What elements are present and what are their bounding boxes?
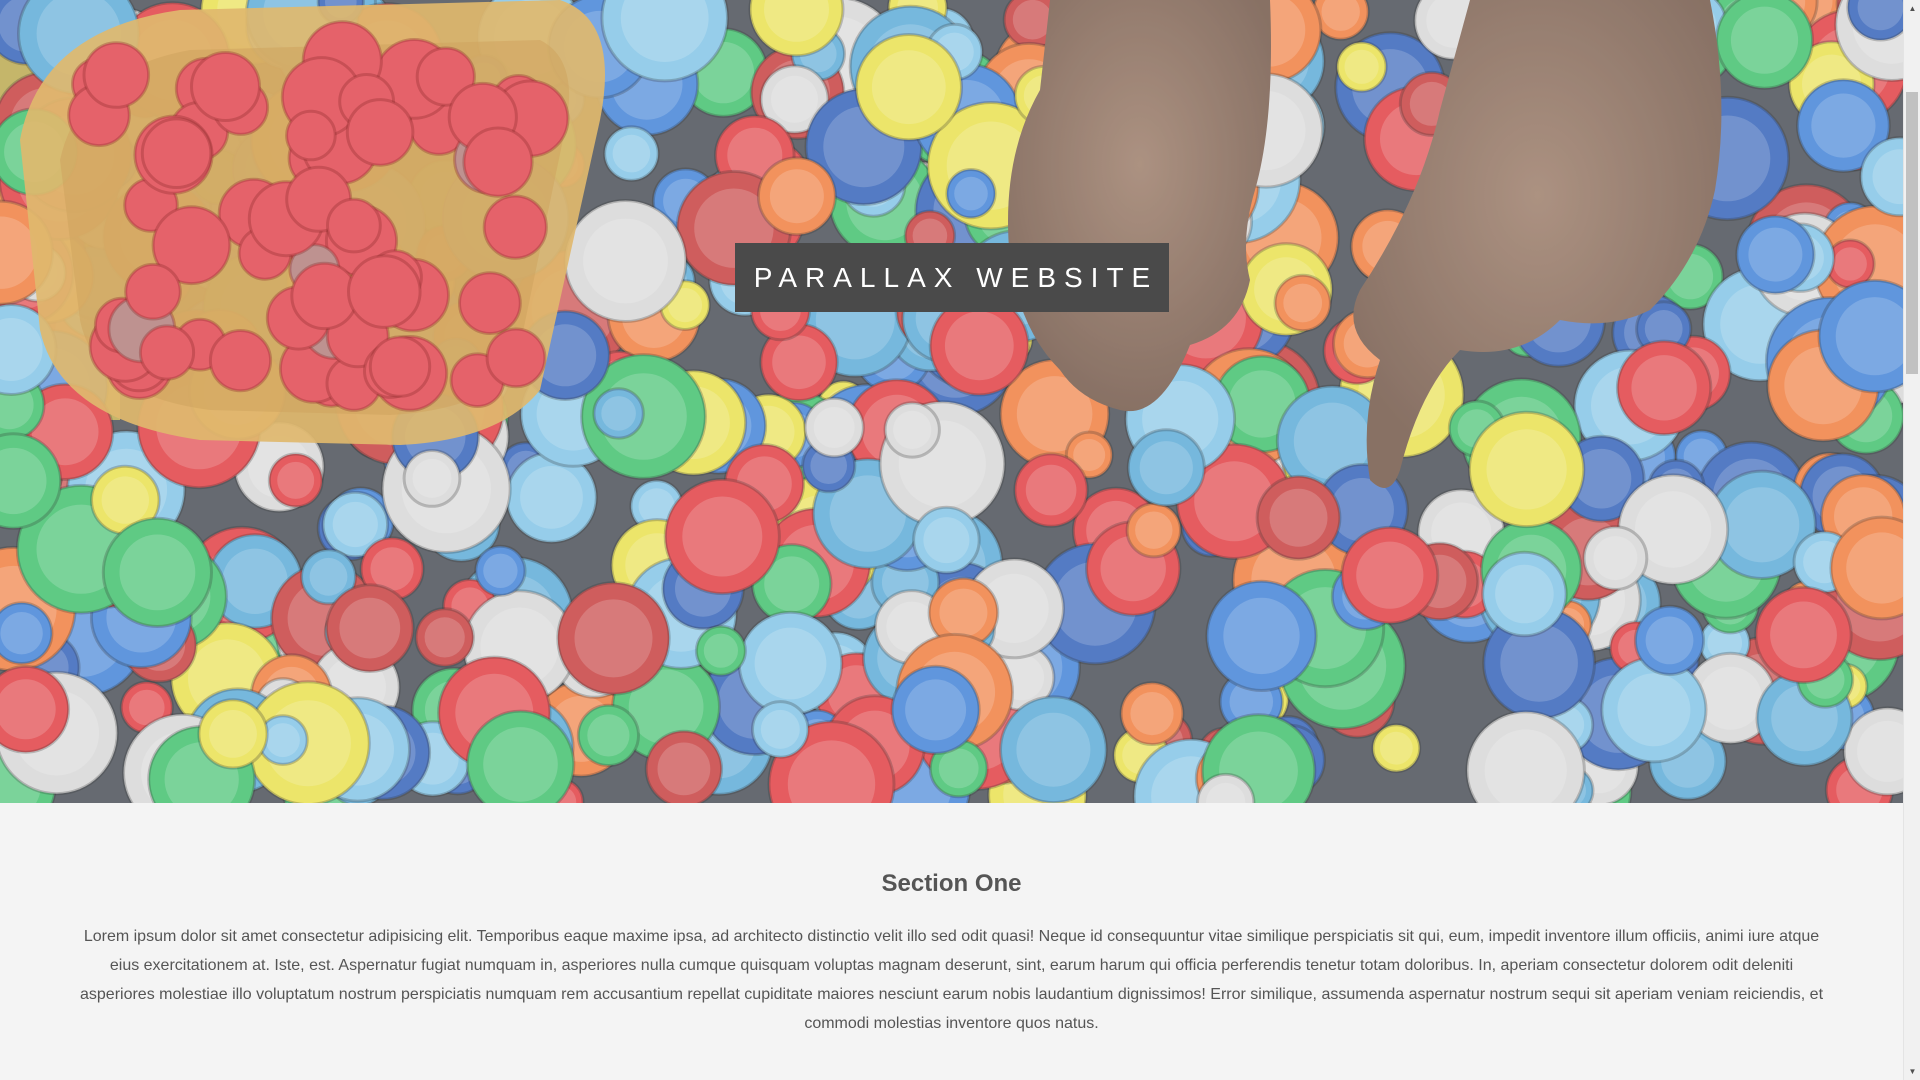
section-heading: Section One	[881, 870, 1022, 897]
scrollbar-thumb[interactable]	[1906, 92, 1918, 374]
hero-title: PARALLAX WEBSITE	[753, 261, 1159, 293]
hero-title-box: PARALLAX WEBSITE	[735, 243, 1169, 312]
chevron-down-icon[interactable]: ▼	[1904, 1063, 1920, 1080]
chevron-up-icon[interactable]: ▲	[1904, 0, 1920, 17]
hero-overlay	[0, 0, 1903, 803]
section-body-text: Lorem ipsum dolor sit amet consectetur a…	[80, 928, 1824, 1032]
hero-section: PARALLAX WEBSITE	[0, 0, 1903, 803]
page: PARALLAX WEBSITE Section One Lorem ipsum…	[0, 0, 1903, 1080]
vertical-scrollbar[interactable]: ▲ ▼	[1903, 0, 1920, 1080]
